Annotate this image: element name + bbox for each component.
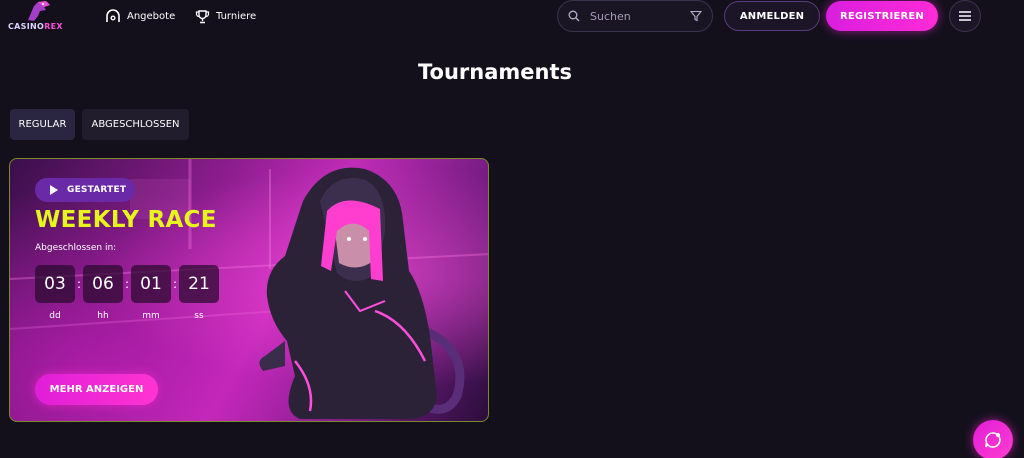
page-title: Tournaments [417, 60, 572, 84]
tournament-name: WEEKLY RACE [35, 207, 217, 233]
trophy-icon [195, 9, 210, 23]
status-badge-label: GESTARTET [67, 185, 127, 195]
tab-regular[interactable]: REGULAR [10, 109, 75, 140]
countdown-hours-unit: hh [97, 311, 109, 321]
login-button[interactable]: ANMELDEN [724, 1, 820, 31]
menu-button[interactable] [949, 0, 981, 32]
register-button[interactable]: REGISTRIEREN [826, 1, 938, 31]
dinosaur-logo-icon [28, 1, 50, 21]
show-more-button[interactable]: MEHR ANZEIGEN [35, 374, 158, 405]
chat-bubble-icon [985, 432, 1001, 448]
nav-offers[interactable]: Angebote [105, 8, 175, 24]
countdown-seconds: 21 [179, 265, 219, 303]
search-icon [568, 10, 580, 22]
countdown-separator: : [173, 277, 178, 291]
tournament-card[interactable]: GESTARTET WEEKLY RACE Abgeschlossen in: … [9, 158, 489, 422]
top-header: CASINOREX Angebote Turniere ANMELDEN REG… [0, 0, 1024, 34]
countdown-days-unit: dd [49, 311, 61, 321]
countdown-label: Abgeschlossen in: [35, 243, 117, 253]
nav-offers-label: Angebote [127, 10, 176, 22]
casino-logo[interactable]: CASINOREX [8, 0, 68, 34]
hamburger-menu-icon [959, 11, 971, 21]
countdown-separator: : [125, 277, 130, 291]
tab-closed[interactable]: ABGESCHLOSSEN [82, 109, 189, 140]
countdown-seconds-unit: ss [194, 311, 204, 321]
filter-icon[interactable] [690, 10, 702, 22]
search-input[interactable] [590, 9, 680, 23]
hooded-character-artwork [259, 167, 465, 419]
countdown-separator: : [77, 277, 82, 291]
gift-dome-icon [106, 9, 120, 22]
status-badge: GESTARTET [35, 178, 135, 202]
nav-tournaments[interactable]: Turniere [195, 8, 256, 24]
countdown-days: 03 [35, 265, 75, 303]
chat-button[interactable] [973, 420, 1013, 458]
countdown-minutes-unit: mm [142, 311, 160, 321]
search-box[interactable] [557, 0, 713, 32]
countdown-minutes: 01 [131, 265, 171, 303]
logo-text: CASINOREX [8, 22, 63, 31]
play-icon [50, 185, 58, 195]
nav-tournaments-label: Turniere [216, 10, 257, 22]
countdown-hours: 06 [83, 265, 123, 303]
